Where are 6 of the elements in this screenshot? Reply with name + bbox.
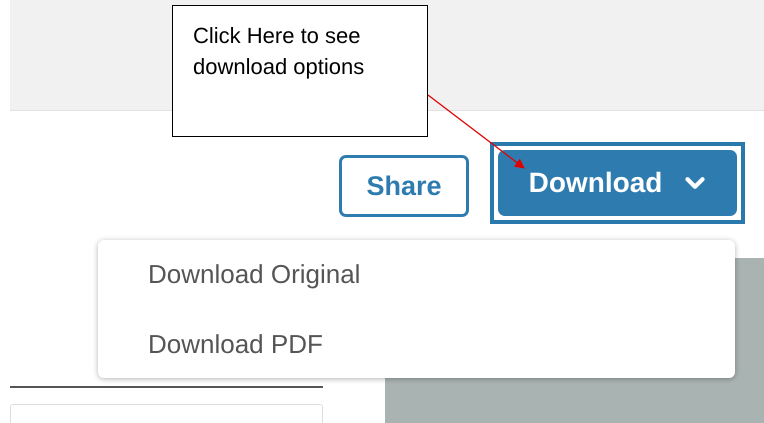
menu-item[interactable]: Download Original — [98, 254, 735, 310]
callout-text: Click Here to see download options — [193, 23, 364, 79]
share-button[interactable]: Share — [339, 155, 469, 217]
menu-item[interactable]: Download PDF — [98, 324, 735, 380]
download-button[interactable]: Download — [498, 150, 737, 216]
chevron-icon — [684, 176, 706, 190]
